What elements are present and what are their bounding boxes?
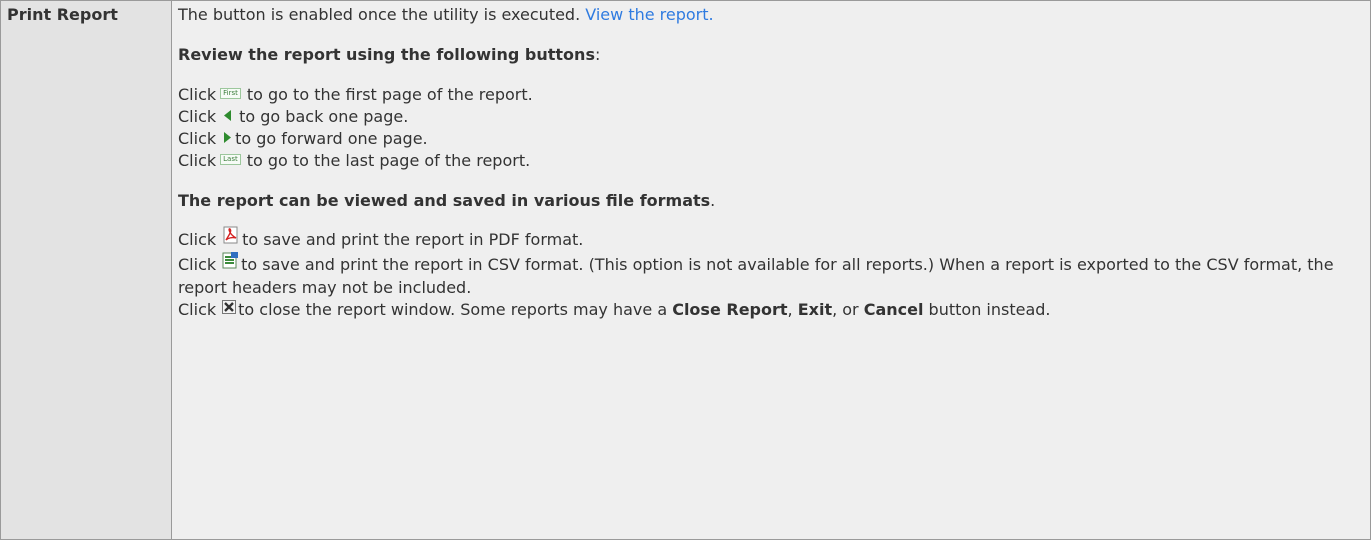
- click-text: Click: [178, 300, 217, 319]
- exit-label: Exit: [797, 300, 833, 319]
- nav-item-first: Click First to go to the first page of the…: [178, 84, 1364, 106]
- review-colon: :: [594, 45, 601, 64]
- formats-heading-text: The report can be viewed and saved in va…: [178, 191, 711, 210]
- first-page-button-icon: First: [220, 88, 241, 99]
- review-heading: Review the report using the following bu…: [178, 44, 1364, 66]
- previous-page-arrow-icon: [224, 105, 232, 127]
- nav-item-text: to go to the last page of the report.: [246, 151, 531, 170]
- nav-item-last: Click Last to go to the last page of the r…: [178, 150, 1364, 172]
- close-line: Click to close the report window. Some re…: [178, 299, 1364, 322]
- nav-item-text: to go forward one page.: [235, 129, 428, 148]
- csv-line: Click to save and print the report in CSV…: [178, 252, 1364, 299]
- review-heading-text: Review the report using the following bu…: [178, 45, 595, 64]
- click-text: Click: [178, 107, 217, 126]
- nav-item-previous: Click to go back one page.: [178, 106, 1364, 128]
- formats-heading: The report can be viewed and saved in va…: [178, 190, 1364, 212]
- close-x-icon: [222, 298, 237, 320]
- separator: ,: [787, 300, 798, 319]
- click-text: Click: [178, 85, 217, 104]
- click-text: Click: [178, 230, 217, 249]
- separator: , or: [832, 300, 864, 319]
- last-page-button-icon: Last: [220, 154, 241, 165]
- nav-item-text: to go back one page.: [239, 107, 409, 126]
- click-text: Click: [178, 255, 217, 274]
- intro-text: The button is enabled once the utility i…: [178, 5, 586, 24]
- row-label-cell: Print Report: [0, 0, 172, 540]
- table-row: Print Report The button is enabled once …: [0, 0, 1371, 540]
- pdf-line: Click to save and print the report in PDF…: [178, 226, 1364, 252]
- csv-spreadsheet-icon: [222, 252, 239, 275]
- nav-item-next: Click to go forward one page.: [178, 128, 1364, 150]
- row-label: Print Report: [7, 5, 118, 24]
- pdf-file-icon: [222, 226, 240, 251]
- csv-line-text: to save and print the report in CSV form…: [178, 255, 1334, 297]
- close-line-text-end: button instead.: [923, 300, 1051, 319]
- formats-period: .: [710, 191, 716, 210]
- click-text: Click: [178, 129, 217, 148]
- close-report-label: Close Report: [672, 300, 788, 319]
- view-report-link[interactable]: View the report.: [585, 5, 713, 24]
- next-page-arrow-icon: [224, 127, 232, 149]
- intro-paragraph: The button is enabled once the utility i…: [178, 4, 1364, 26]
- click-text: Click: [178, 151, 217, 170]
- row-content-cell: The button is enabled once the utility i…: [171, 0, 1371, 540]
- pdf-line-text: to save and print the report in PDF form…: [242, 230, 584, 249]
- document-table: Print Report The button is enabled once …: [0, 0, 1371, 540]
- nav-item-text: to go to the first page of the report.: [246, 85, 533, 104]
- close-line-text: to close the report window. Some reports…: [238, 300, 673, 319]
- cancel-label: Cancel: [863, 300, 924, 319]
